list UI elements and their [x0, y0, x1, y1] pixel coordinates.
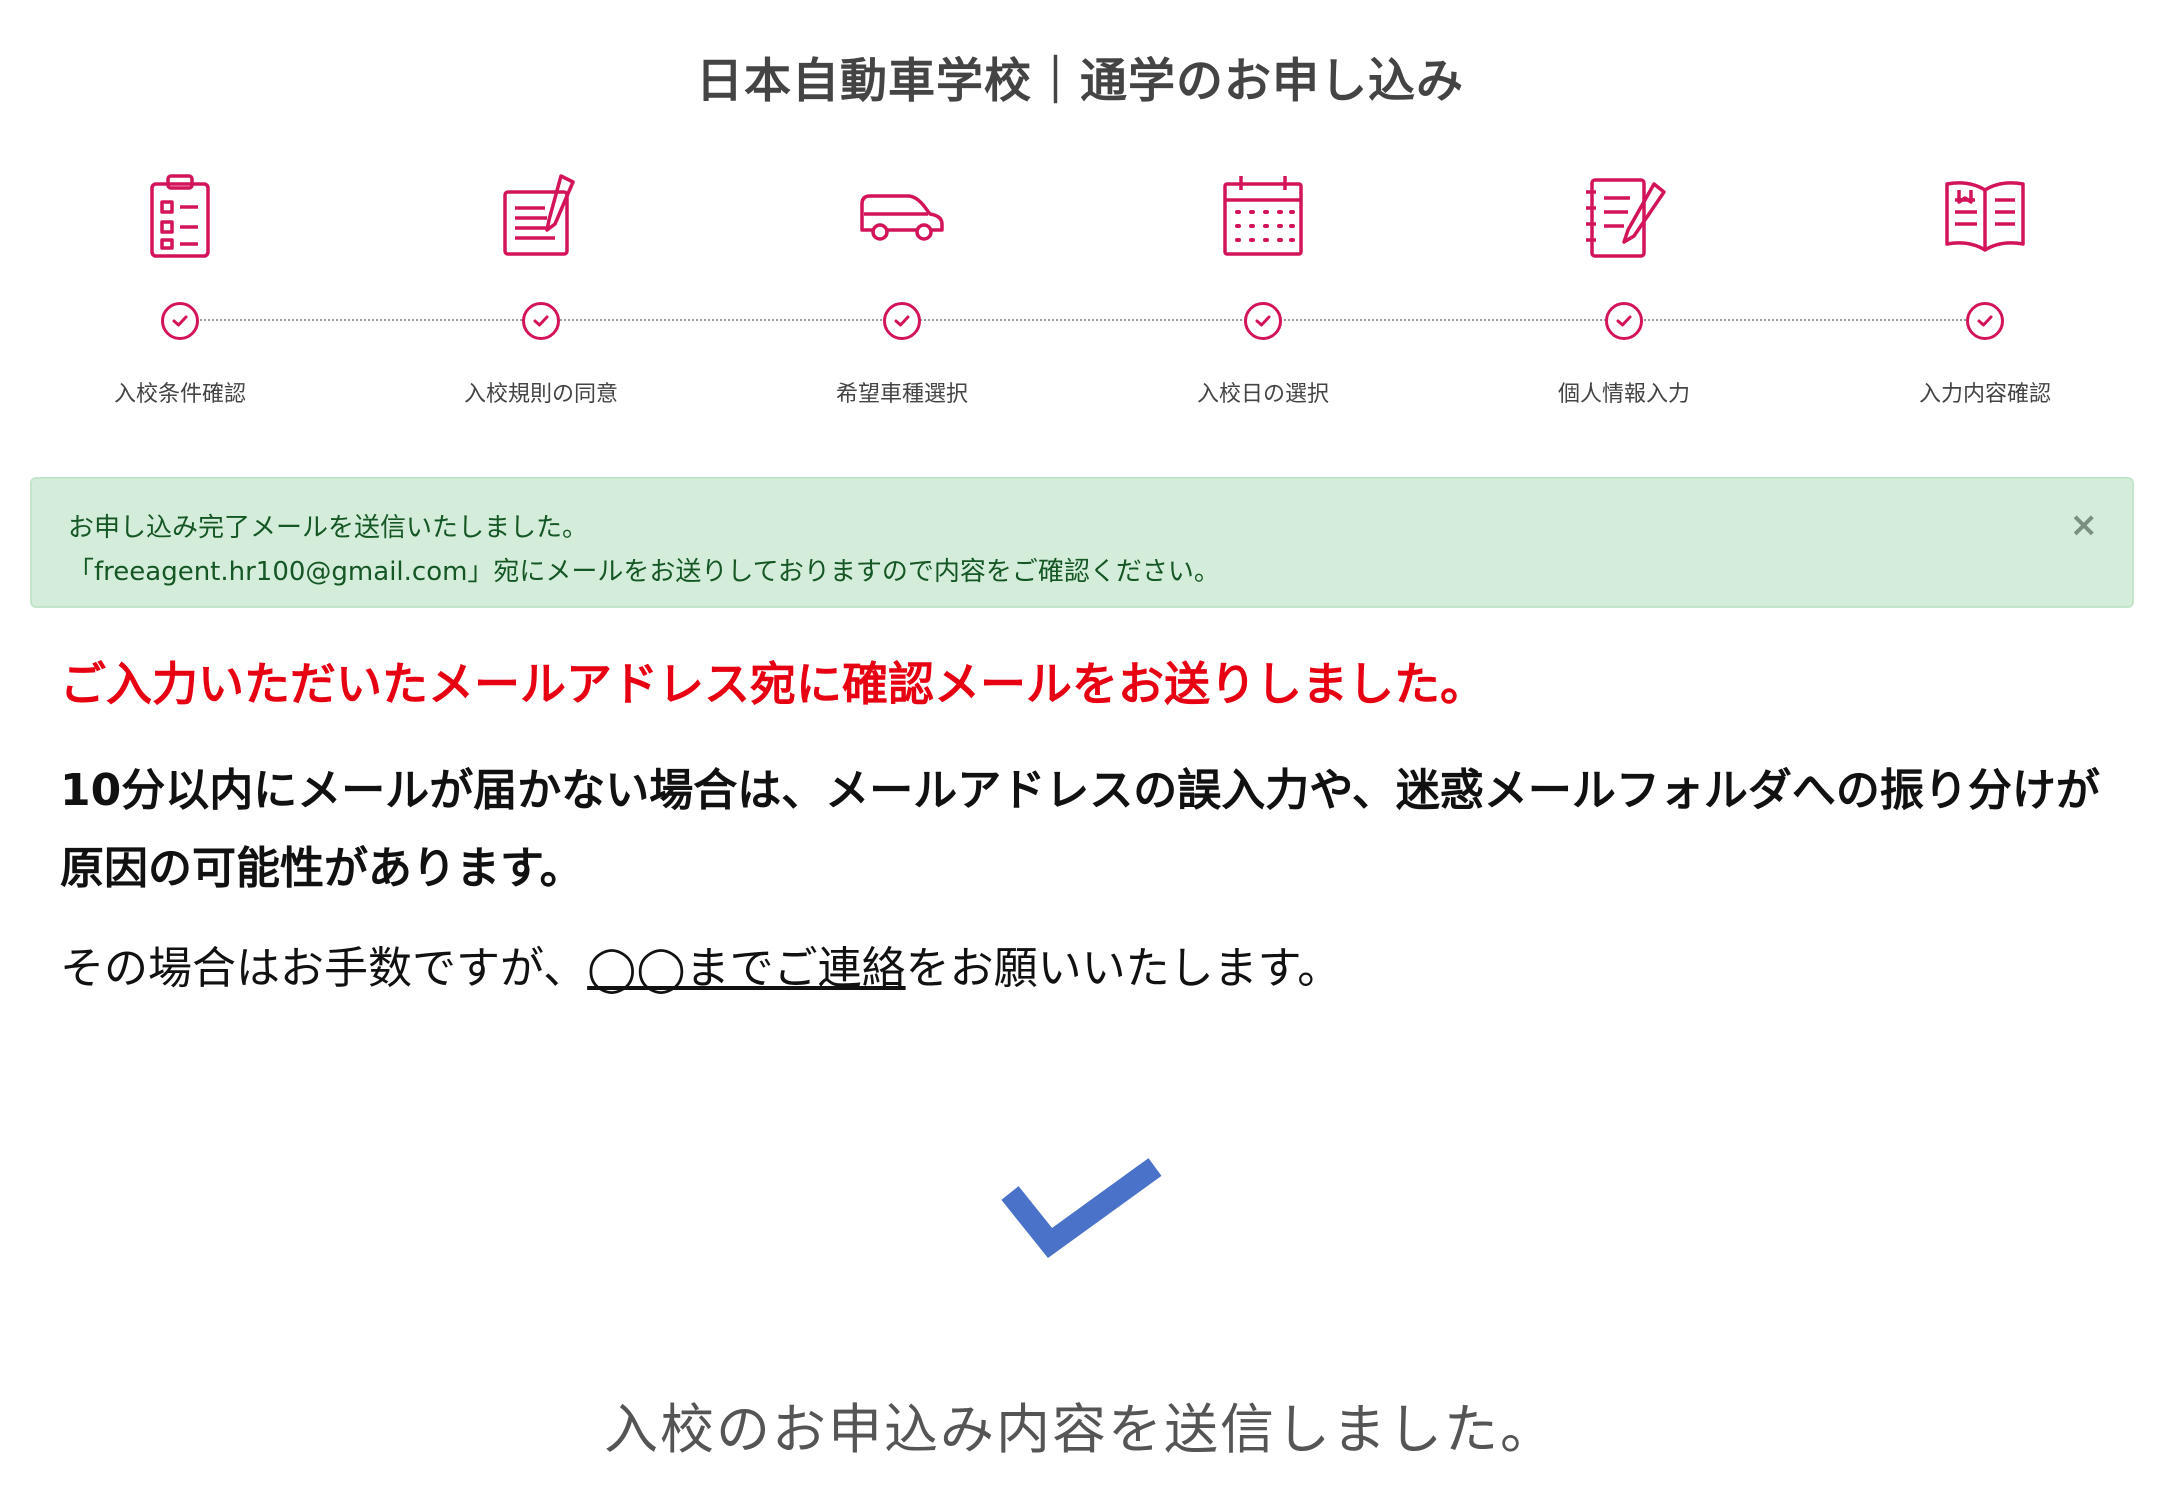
car-icon: [856, 170, 948, 262]
step-check-icon: [1244, 302, 1282, 340]
step-label: 入力内容確認: [1918, 382, 2051, 407]
close-icon[interactable]: ×: [2070, 505, 2099, 545]
step-personal-info: 個人情報入力: [1494, 170, 1754, 408]
page-title: 日本自動車学校｜通学のお申し込み: [696, 54, 1464, 109]
clipboard-checklist-icon: [134, 170, 226, 262]
calendar-icon: [1217, 170, 1309, 262]
step-label: 入校条件確認: [113, 382, 246, 407]
step-entry-date: 入校日の選択: [1133, 170, 1393, 408]
step-label: 希望車種選択: [835, 382, 968, 407]
open-book-icon: [1939, 170, 2031, 262]
alert-message-line2: 「freeagent.hr100@gmail.com」宛にメールをお送りしており…: [68, 557, 1220, 587]
notebook-pen-icon: [1578, 170, 1670, 262]
contact-prefix: その場合はお手数ですが、: [60, 943, 588, 994]
contact-link[interactable]: ◯◯までご連絡: [587, 943, 905, 994]
step-progress: 入校条件確認 入校規則の同意 希望車種選択 入校日の選択 個人情報入力 入力内容…: [0, 170, 2160, 420]
success-alert: お申し込み完了メールを送信いたしました。 「freeagent.hr100@gm…: [30, 477, 2134, 608]
step-label: 入校日の選択: [1196, 382, 1329, 407]
step-entry-conditions: 入校条件確認: [50, 170, 310, 408]
step-check-icon: [161, 302, 199, 340]
step-check-icon: [883, 302, 921, 340]
step-check-icon: [522, 302, 560, 340]
contact-suffix: をお願いいたします。: [905, 943, 1342, 994]
email-warning-text: 10分以内にメールが届かない場合は、メールアドレスの誤入力や、迷惑メールフォルダ…: [60, 765, 2100, 894]
checkmark-icon: [1001, 1158, 1162, 1259]
alert-message-line1: お申し込み完了メールを送信いたしました。: [68, 513, 589, 543]
contact-instruction: その場合はお手数ですが、◯◯までご連絡をお願いいたします。: [60, 932, 1341, 996]
step-input-confirmation: 入力内容確認: [1855, 170, 2115, 408]
step-check-icon: [1966, 302, 2004, 340]
step-rules-agreement: 入校規則の同意: [411, 170, 671, 408]
document-pen-icon: [495, 170, 587, 262]
confirmation-heading: ご入力いただいたメールアドレス宛に確認メールをお送りしました。: [60, 657, 1486, 711]
completion-message: 入校のお申込み内容を送信しました。: [604, 1398, 1556, 1461]
step-label: 個人情報入力: [1557, 382, 1690, 407]
step-label: 入校規則の同意: [463, 382, 618, 407]
step-car-selection: 希望車種選択: [772, 170, 1032, 408]
step-check-icon: [1605, 302, 1643, 340]
